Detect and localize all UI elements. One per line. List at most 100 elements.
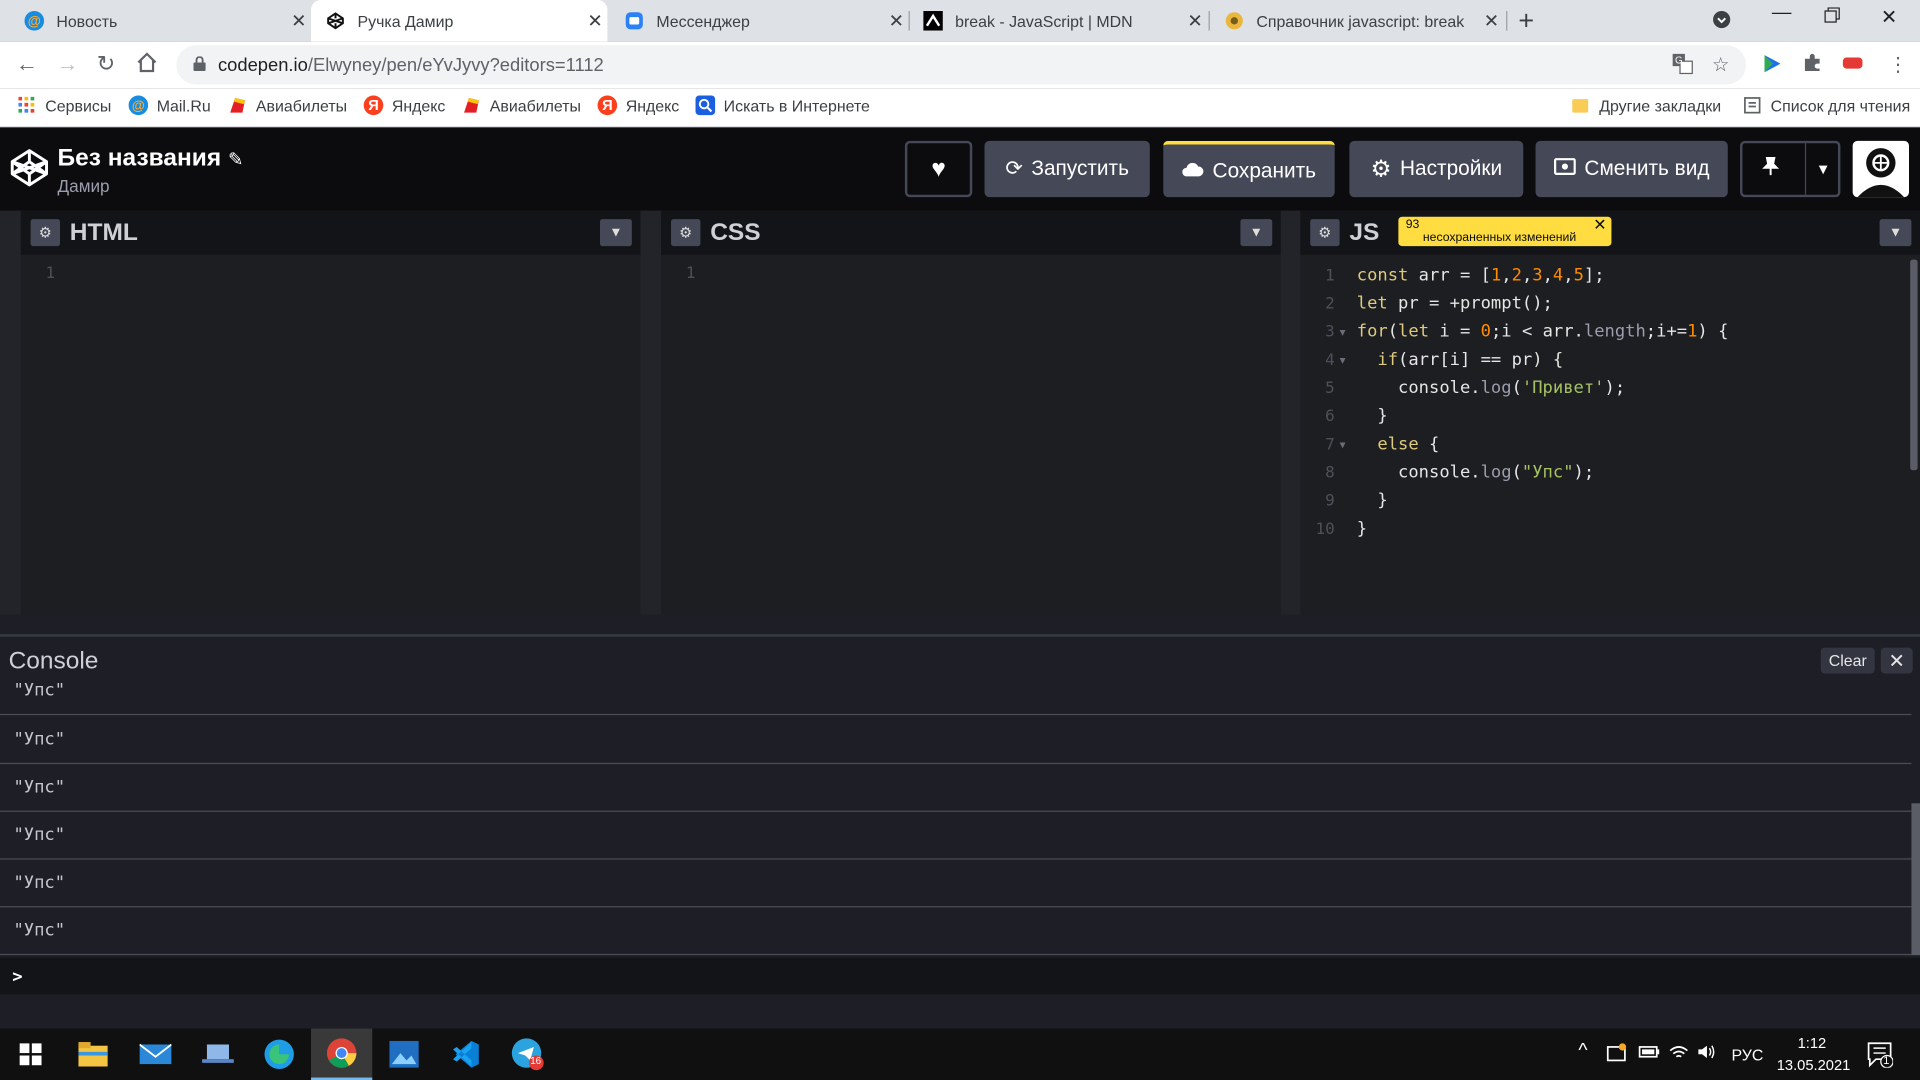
close-tab-icon[interactable]: ✕ xyxy=(583,10,607,32)
address-bar[interactable]: codepen.io/Elwyney/pen/eYvJyvy?editors=1… xyxy=(176,45,1747,85)
close-badge-icon[interactable]: ✕ xyxy=(1593,217,1606,233)
browser-tab[interactable]: Справочник javascript: break ✕ xyxy=(1210,0,1504,42)
menu-dots-icon[interactable]: ⋮ xyxy=(1888,53,1908,77)
battery-icon[interactable] xyxy=(1638,1043,1660,1064)
volume-icon[interactable] xyxy=(1696,1043,1718,1064)
change-view-button[interactable]: Сменить вид xyxy=(1535,140,1728,198)
back-icon[interactable]: ← xyxy=(16,51,38,77)
home-icon[interactable] xyxy=(136,51,158,79)
telegram-icon[interactable]: 16 xyxy=(497,1029,558,1080)
unsaved-changes-badge[interactable]: 93 несохраненных изменений ✕ xyxy=(1398,217,1612,247)
close-tab-icon[interactable]: ✕ xyxy=(1479,10,1503,32)
run-button[interactable]: ⟳ Запустить xyxy=(984,140,1150,198)
bookmark-item[interactable]: Я Яндекс xyxy=(597,95,679,116)
layout-icon xyxy=(1553,157,1576,181)
browser-tab-active[interactable]: Ручка Дамир ✕ xyxy=(311,0,608,42)
chrome-icon[interactable] xyxy=(311,1028,373,1080)
play-extension-icon[interactable] xyxy=(1761,53,1783,81)
file-explorer-icon[interactable] xyxy=(62,1029,123,1080)
close-window-icon[interactable]: ✕ xyxy=(1881,5,1897,29)
language-indicator[interactable]: РУС xyxy=(1731,1046,1763,1064)
code-text: let pr = +prompt(); xyxy=(1356,293,1553,314)
js-editor-panel[interactable]: ⚙ JS ▼ 1 const arr = [1,2,3,4,5]; 2 let pr… xyxy=(1300,210,1920,615)
tray-chevron-up-icon[interactable]: ^ xyxy=(1578,1041,1587,1063)
console-entry: "Упс" xyxy=(0,764,1912,812)
html-chevron-down-icon[interactable]: ▼ xyxy=(600,219,632,247)
close-tab-icon[interactable]: ✕ xyxy=(1183,10,1207,32)
reading-list[interactable]: Список для чтения xyxy=(1742,96,1910,116)
extensions-icon[interactable] xyxy=(1802,53,1822,79)
console-resizer[interactable] xyxy=(0,614,1920,637)
bookmark-item[interactable]: @ Mail.Ru xyxy=(128,95,211,116)
translate-icon[interactable]: G xyxy=(1671,53,1693,81)
like-button[interactable]: ♥ xyxy=(904,140,973,198)
minimize-icon[interactable]: — xyxy=(1772,2,1792,24)
html-editor-panel[interactable]: ⚙ HTML ▼ 1 xyxy=(20,210,641,615)
js-settings-gear-icon[interactable]: ⚙ xyxy=(1310,219,1340,247)
pen-author[interactable]: Дамир xyxy=(58,176,110,196)
bookmark-item[interactable]: Я Яндекс xyxy=(363,95,445,116)
notifications-icon[interactable]: 1 xyxy=(1866,1041,1894,1072)
pen-title[interactable]: Без названия ✎ xyxy=(58,144,244,172)
css-panel-title: CSS xyxy=(710,219,761,247)
js-code[interactable]: 1 const arr = [1,2,3,4,5]; 2 let pr = +pro… xyxy=(1300,262,1920,544)
console-close-icon[interactable]: ✕ xyxy=(1880,647,1913,674)
mail-icon[interactable] xyxy=(125,1029,186,1080)
forward-icon[interactable]: → xyxy=(56,51,78,77)
bookmark-star-icon[interactable]: ☆ xyxy=(1712,53,1730,77)
fold-arrow-icon[interactable]: ▼ xyxy=(1340,347,1346,375)
vscode-icon[interactable] xyxy=(435,1029,496,1080)
console-clear-button[interactable]: Clear xyxy=(1820,647,1875,674)
save-button[interactable]: Сохранить xyxy=(1163,140,1335,198)
css-settings-gear-icon[interactable]: ⚙ xyxy=(671,219,701,247)
wifi-icon[interactable] xyxy=(1668,1043,1690,1064)
console-scrollbar[interactable] xyxy=(1911,803,1920,956)
panel-resizer[interactable] xyxy=(1280,210,1301,615)
clock-time[interactable]: 1:12 xyxy=(1798,1035,1827,1052)
laptop-app-icon[interactable] xyxy=(187,1029,248,1080)
browser-tab[interactable]: Мессенджер ✕ xyxy=(610,0,909,42)
maximize-icon[interactable] xyxy=(1824,7,1841,29)
console-input[interactable]: > xyxy=(0,957,1920,995)
photos-icon[interactable] xyxy=(373,1029,434,1080)
js-chevron-down-icon[interactable]: ▼ xyxy=(1879,219,1912,247)
other-bookmarks-label: Другие закладки xyxy=(1599,96,1722,115)
codepen-logo-icon[interactable] xyxy=(10,148,49,187)
bookmark-item[interactable]: Авиабилеты xyxy=(462,96,581,116)
svg-text:G: G xyxy=(1675,56,1683,67)
code-text: console.log("Упс"); xyxy=(1356,462,1595,483)
other-bookmarks[interactable]: Другие закладки xyxy=(1571,96,1721,116)
edge-icon[interactable] xyxy=(249,1029,310,1080)
bookmark-item[interactable]: Авиабилеты xyxy=(228,96,347,116)
clock-date[interactable]: 13.05.2021 xyxy=(1777,1057,1851,1074)
avatar[interactable] xyxy=(1852,140,1909,198)
new-tab-icon[interactable]: + xyxy=(1518,5,1534,37)
css-editor-panel[interactable]: ⚙ CSS ▼ 1 xyxy=(661,210,1281,615)
fold-arrow-icon[interactable]: ▼ xyxy=(1340,318,1346,346)
browser-tab[interactable]: @ Новость ✕ xyxy=(10,0,311,42)
js-editor-scrollbar[interactable] xyxy=(1910,259,1918,471)
bookmark-item[interactable]: Сервисы xyxy=(17,96,111,116)
windows-start-icon[interactable] xyxy=(0,1029,61,1080)
code-line: 5 console.log('Привет'); xyxy=(1300,375,1920,403)
reload-icon[interactable]: ↻ xyxy=(97,51,115,77)
pin-button[interactable]: ▼ xyxy=(1740,140,1841,198)
chevron-down-icon[interactable]: ▼ xyxy=(1816,160,1831,177)
settings-button[interactable]: ⚙ Настройки xyxy=(1349,140,1524,198)
red-extension-icon[interactable] xyxy=(1840,53,1864,79)
edit-pencil-icon[interactable]: ✎ xyxy=(228,149,243,170)
fold-arrow-icon[interactable]: ▼ xyxy=(1340,431,1346,459)
tray-app-icon[interactable] xyxy=(1606,1043,1629,1066)
browser-tab[interactable]: break - JavaScript | MDN ✕ xyxy=(909,0,1208,42)
html-settings-gear-icon[interactable]: ⚙ xyxy=(30,219,61,247)
panel-resizer[interactable] xyxy=(640,210,662,615)
pen-title-text: Без названия xyxy=(57,144,222,172)
tab-search-icon[interactable] xyxy=(1712,10,1732,36)
tab-title: Новость xyxy=(56,11,118,31)
close-tab-icon[interactable]: ✕ xyxy=(884,10,908,32)
close-tab-icon[interactable]: ✕ xyxy=(287,10,311,32)
bookmark-item[interactable]: Искать в Интернете xyxy=(695,95,870,116)
css-chevron-down-icon[interactable]: ▼ xyxy=(1240,219,1273,247)
run-label: Запустить xyxy=(1031,156,1129,181)
tab-title: Справочник javascript: break xyxy=(1256,11,1465,31)
